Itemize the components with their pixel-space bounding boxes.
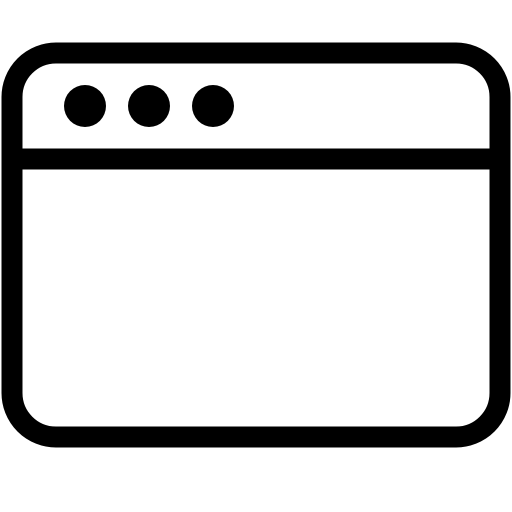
- window-control-dot-3: [192, 85, 234, 127]
- window-control-dot-2: [128, 85, 170, 127]
- browser-window-icon: [1, 42, 511, 448]
- browser-window-icon-canvas: [0, 0, 512, 512]
- window-control-dot-1: [64, 85, 106, 127]
